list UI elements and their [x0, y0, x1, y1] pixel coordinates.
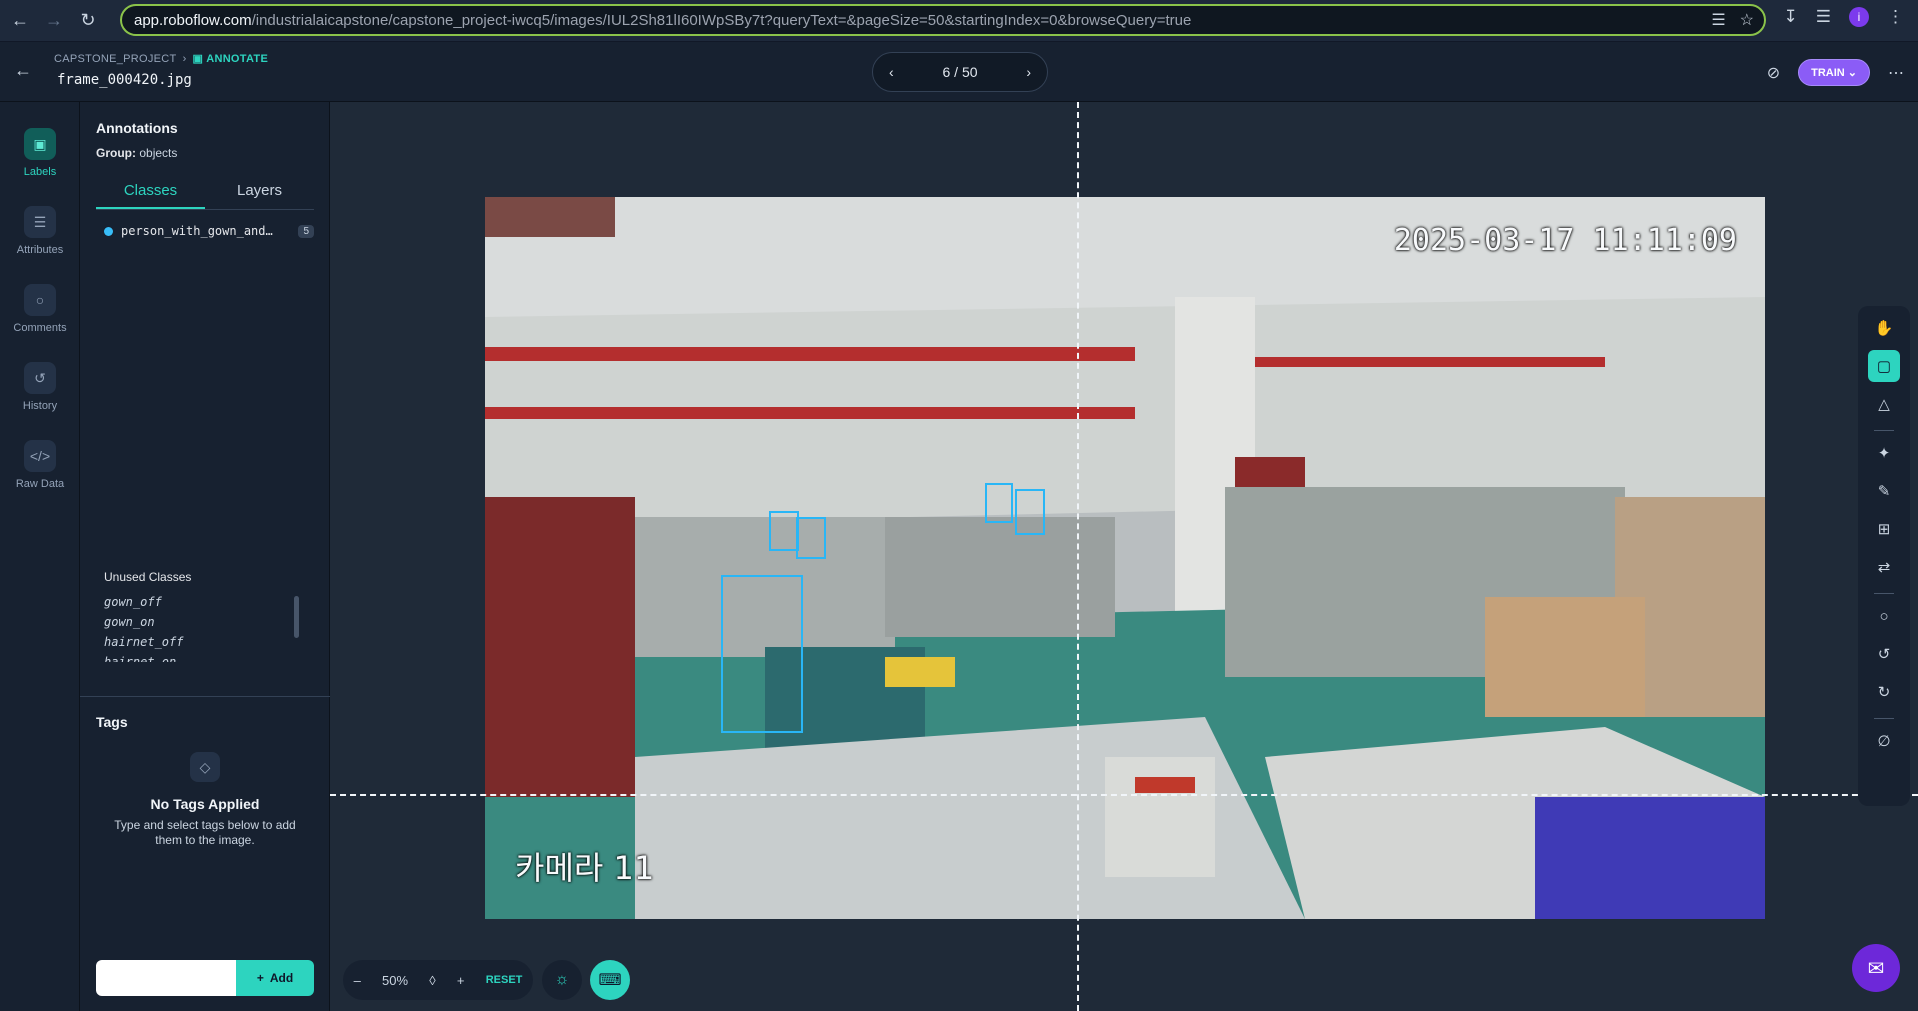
bounding-box[interactable]: [721, 575, 803, 733]
redo-icon[interactable]: ↻: [1868, 676, 1900, 708]
address-bar[interactable]: app.roboflow.com/industrialaicapstone/ca…: [120, 4, 1766, 36]
bounding-box-tool-icon[interactable]: ▢: [1868, 350, 1900, 382]
null-annotation-icon[interactable]: ∅: [1868, 725, 1900, 757]
code-icon: </>: [24, 440, 56, 472]
zoom-level: 50%: [382, 972, 409, 988]
smart-polygon-icon[interactable]: ✦: [1868, 437, 1900, 469]
menu-icon[interactable]: ⋮: [1887, 7, 1904, 27]
rail-attributes[interactable]: ☰ Attributes: [0, 206, 80, 256]
back-to-dataset-icon[interactable]: ←: [14, 60, 32, 81]
tag-icon: ◇: [190, 752, 220, 782]
left-rail: ▣ Labels ☰ Attributes ○ Comments ↺ Histo…: [0, 102, 80, 1011]
bounding-box[interactable]: [985, 483, 1013, 523]
rail-history[interactable]: ↺ History: [0, 362, 80, 412]
unused-classes-list: gown_off gown_on hairnet_off hairnet_on …: [104, 592, 284, 662]
no-tags-description: Type and select tags below to add them t…: [114, 818, 296, 847]
image-timestamp: 2025-03-17 11:11:09: [1393, 223, 1737, 258]
breadcrumb-project[interactable]: CAPSTONE_PROJECT: [54, 53, 177, 65]
pan-hand-icon[interactable]: ✋: [1868, 312, 1900, 344]
brightness-icon[interactable]: ☼: [542, 960, 582, 1000]
camera-label: 카메라 11: [515, 849, 655, 887]
star-icon[interactable]: ☆: [1740, 10, 1754, 30]
rail-raw-data[interactable]: </> Raw Data: [0, 440, 80, 490]
repeat-previous-icon[interactable]: ⇄: [1868, 551, 1900, 583]
box-prompting-icon[interactable]: ⊞: [1868, 513, 1900, 545]
crosshair-vertical: [1077, 102, 1079, 1011]
zoom-out-button[interactable]: –: [354, 973, 361, 988]
reload-icon[interactable]: ↻: [74, 7, 102, 35]
tag-input[interactable]: [96, 960, 236, 996]
prev-image-icon[interactable]: ‹: [889, 64, 894, 80]
magic-wand-icon[interactable]: ✎: [1868, 475, 1900, 507]
support-chat-icon[interactable]: ✉: [1852, 944, 1900, 992]
undo-icon[interactable]: ↺: [1868, 638, 1900, 670]
tool-divider: [1874, 593, 1894, 594]
unused-scrollbar[interactable]: [294, 596, 299, 638]
bounding-box[interactable]: [796, 517, 826, 559]
breadcrumb: CAPSTONE_PROJECT › ▣ ANNOTATE: [54, 52, 269, 66]
class-color-dot: [104, 226, 113, 236]
download-icon[interactable]: ↧: [1784, 7, 1798, 27]
breadcrumb-annotate: ▣ ANNOTATE: [192, 53, 269, 65]
annotation-canvas[interactable]: 2025-03-17 11:11:09 카메라 11: [330, 102, 1918, 1011]
unused-class-item[interactable]: hairnet_on: [104, 652, 284, 662]
plus-icon: +: [256, 971, 264, 985]
more-options-icon[interactable]: ⋯: [1888, 63, 1904, 83]
hide-annotations-icon[interactable]: ⊘: [1767, 63, 1780, 83]
browser-toolbar: ← → ↻ app.roboflow.com/industrialaicapst…: [0, 0, 1918, 42]
rail-labels[interactable]: ▣ Labels: [0, 128, 80, 178]
url-host: app.roboflow.com: [134, 11, 252, 29]
tab-layers[interactable]: Layers: [205, 174, 314, 209]
unused-class-item[interactable]: gown_on: [104, 612, 284, 632]
divider: [80, 696, 330, 697]
tool-divider: [1874, 718, 1894, 719]
url-path: /industrialaicapstone/capstone_project-i…: [251, 11, 1192, 29]
profile-avatar[interactable]: i: [1849, 7, 1869, 27]
history-icon: ↺: [24, 362, 56, 394]
group-label: Group: objects: [96, 146, 178, 160]
tags-title: Tags: [96, 714, 128, 730]
panel-tabs: Classes Layers: [96, 174, 314, 210]
next-image-icon[interactable]: ›: [1026, 64, 1031, 80]
bounding-box[interactable]: [769, 511, 799, 551]
bounding-box[interactable]: [1015, 489, 1045, 535]
unused-class-item[interactable]: hairnet_off: [104, 632, 284, 652]
class-item[interactable]: person_with_gown_and… 5: [104, 224, 314, 238]
forward-icon[interactable]: →: [40, 7, 68, 35]
list-icon: ☰: [24, 206, 56, 238]
zoom-controls: – 50% ◊ + RESET: [343, 960, 533, 1000]
comment-icon: ○: [24, 284, 56, 316]
unused-class-item[interactable]: gown_off: [104, 592, 284, 612]
train-button[interactable]: TRAIN ⌄: [1798, 59, 1870, 86]
polygon-tool-icon[interactable]: △: [1868, 388, 1900, 420]
factory-scene: [485, 197, 1765, 919]
tab-classes[interactable]: Classes: [96, 174, 205, 209]
annotated-image[interactable]: 2025-03-17 11:11:09 카메라 11: [485, 197, 1765, 919]
tool-palette: ✋ ▢ △ ✦ ✎ ⊞ ⇄ ○ ↺ ↻ ∅: [1858, 306, 1910, 806]
annotations-panel: Annotations Group: objects Classes Layer…: [80, 102, 330, 1011]
lock-zoom-icon[interactable]: ◊: [429, 973, 435, 988]
unused-classes-title: Unused Classes: [104, 570, 192, 584]
keyboard-icon[interactable]: ⌨: [590, 960, 630, 1000]
chevron-right-icon: ›: [182, 52, 187, 65]
tag-icon: ▣: [24, 128, 56, 160]
class-name: person_with_gown_and…: [121, 224, 273, 238]
no-tags-heading: No Tags Applied: [150, 796, 260, 812]
rail-comments[interactable]: ○ Comments: [0, 284, 80, 334]
image-filename: frame_000420.jpg: [57, 72, 192, 88]
back-icon[interactable]: ←: [6, 7, 34, 35]
comment-tool-icon[interactable]: ○: [1868, 600, 1900, 632]
add-tag-button[interactable]: + Add: [236, 960, 314, 996]
media-icon[interactable]: ☰: [1816, 7, 1831, 27]
zoom-in-button[interactable]: +: [457, 973, 465, 988]
translate-icon[interactable]: ☰: [1711, 10, 1725, 30]
class-count-badge: 5: [298, 224, 314, 238]
zoom-reset-button[interactable]: RESET: [486, 974, 523, 986]
crosshair-horizontal: [330, 794, 1918, 796]
tool-divider: [1874, 430, 1894, 431]
pager-count: 6 / 50: [942, 64, 978, 80]
image-pager: ‹ 6 / 50 ›: [872, 52, 1048, 92]
panel-title: Annotations: [96, 120, 178, 136]
app-header: ← CAPSTONE_PROJECT › ▣ ANNOTATE frame_00…: [0, 42, 1918, 102]
